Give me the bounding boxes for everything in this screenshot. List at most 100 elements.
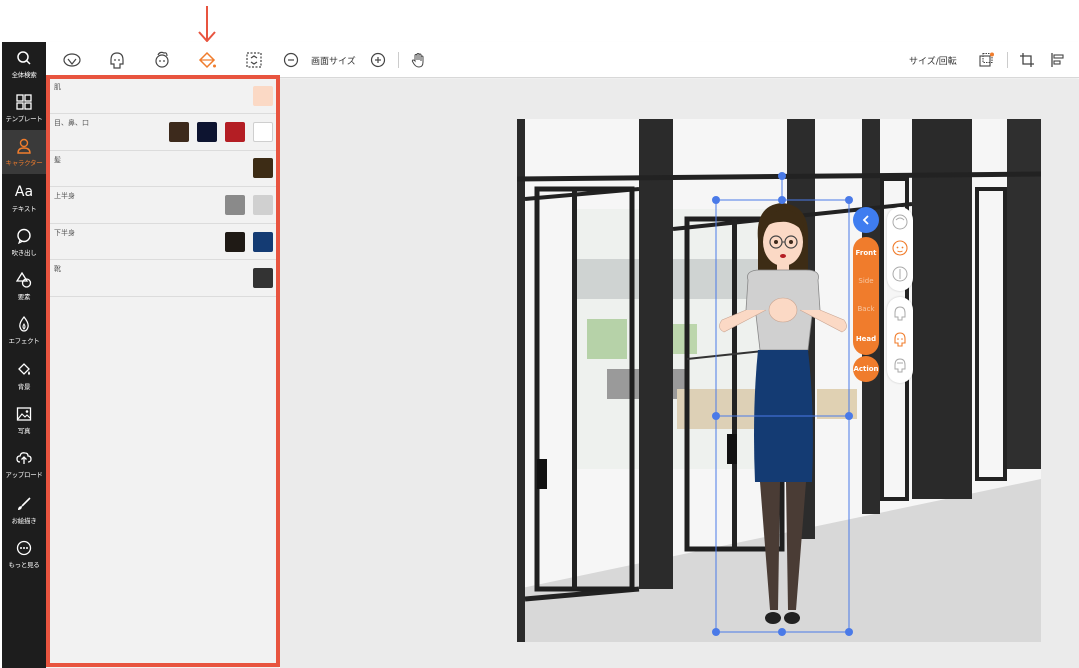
hand-tool-button[interactable] bbox=[408, 50, 428, 70]
tab-head[interactable] bbox=[105, 48, 129, 72]
paint-bucket-icon bbox=[18, 362, 30, 375]
nav-label: 写真 bbox=[17, 426, 31, 435]
tab-swap[interactable] bbox=[242, 48, 266, 72]
nav-label: テンプレート bbox=[5, 114, 43, 123]
nav-label: 要素 bbox=[17, 292, 31, 301]
tab-face[interactable] bbox=[60, 48, 84, 72]
face-icon bbox=[63, 53, 81, 67]
color-row-hair: 髪 bbox=[50, 151, 276, 187]
nav-more[interactable]: もっと見る bbox=[2, 532, 46, 576]
face-outline-icon[interactable] bbox=[891, 213, 909, 231]
nav-photo[interactable]: 写真 bbox=[2, 398, 46, 442]
color-row-lower-body: 下半身 bbox=[50, 224, 276, 260]
size-rotate-label[interactable]: サイズ/回転 bbox=[909, 54, 957, 67]
nav-background[interactable]: 背景 bbox=[2, 354, 46, 398]
head-back-icon[interactable] bbox=[891, 356, 909, 374]
shapes-icon bbox=[16, 271, 32, 288]
pose-side[interactable]: Side bbox=[853, 277, 879, 285]
swatch-mouth[interactable] bbox=[225, 122, 245, 142]
top-blank-area bbox=[0, 0, 1079, 42]
layer-button[interactable] bbox=[976, 50, 996, 70]
head-icon bbox=[110, 52, 124, 69]
nav-search[interactable]: 全体検索 bbox=[2, 42, 46, 86]
face-variant-column bbox=[887, 207, 913, 291]
face-selected-icon[interactable] bbox=[891, 239, 909, 257]
swatch-lower-2[interactable] bbox=[253, 232, 273, 252]
character-selection[interactable] bbox=[700, 170, 870, 645]
person-icon bbox=[17, 138, 31, 154]
nav-template[interactable]: テンプレート bbox=[2, 86, 46, 130]
left-navigation: 全体検索 テンプレート キャラクター Aa テキスト 吹き出し 要素 エフェクト… bbox=[2, 42, 46, 668]
nav-upload[interactable]: アップロード bbox=[2, 442, 46, 486]
head-outline-icon[interactable] bbox=[891, 304, 909, 322]
nav-effects[interactable]: エフェクト bbox=[2, 308, 46, 352]
swap-icon bbox=[246, 52, 262, 68]
align-left-icon bbox=[1051, 53, 1064, 67]
nav-label: アップロード bbox=[5, 470, 43, 479]
pose-back[interactable]: Back bbox=[853, 305, 879, 313]
nav-speech-bubble[interactable]: 吹き出し bbox=[2, 220, 46, 264]
align-button[interactable] bbox=[1048, 50, 1068, 70]
tab-hair[interactable] bbox=[150, 48, 174, 72]
nav-character[interactable]: キャラクター bbox=[2, 130, 46, 174]
color-fill-icon bbox=[198, 51, 216, 69]
nav-text[interactable]: Aa テキスト bbox=[2, 176, 46, 220]
hair-icon bbox=[155, 51, 169, 68]
row-label: 上半身 bbox=[54, 192, 75, 200]
swatch-upper-1[interactable] bbox=[225, 195, 245, 215]
zoom-in-button[interactable] bbox=[368, 50, 388, 70]
row-label: 肌 bbox=[54, 83, 61, 91]
minus-circle-icon bbox=[283, 52, 299, 68]
nav-label: 吹き出し bbox=[11, 248, 37, 257]
photo-icon bbox=[16, 406, 32, 421]
head-variant-column bbox=[887, 297, 913, 383]
nav-label: 全体検索 bbox=[11, 70, 37, 79]
pose-front[interactable]: Front bbox=[853, 249, 879, 257]
color-row-face-parts: 目、鼻、口 bbox=[50, 114, 276, 151]
tab-color-fill[interactable] bbox=[195, 48, 219, 72]
swatch-hair[interactable] bbox=[253, 158, 273, 178]
nav-label: テキスト bbox=[11, 204, 37, 213]
hand-icon bbox=[411, 52, 424, 68]
head-button[interactable]: Head bbox=[853, 326, 879, 352]
row-label: 下半身 bbox=[54, 229, 75, 237]
plus-circle-icon bbox=[370, 52, 386, 68]
crop-icon bbox=[1020, 53, 1034, 67]
nav-label: キャラクター bbox=[5, 158, 43, 167]
swatch-highlight[interactable] bbox=[253, 122, 273, 142]
head-selected-icon[interactable] bbox=[891, 330, 909, 348]
brush-icon bbox=[18, 496, 31, 510]
color-row-upper-body: 上半身 bbox=[50, 187, 276, 224]
nav-drawing[interactable]: お絵描き bbox=[2, 488, 46, 532]
swatch-eyes[interactable] bbox=[169, 122, 189, 142]
nav-label: もっと見る bbox=[8, 560, 40, 569]
swatch-upper-2[interactable] bbox=[253, 195, 273, 215]
grid-icon bbox=[16, 93, 32, 110]
upload-cloud-icon bbox=[16, 451, 32, 464]
nav-label: エフェクト bbox=[8, 336, 40, 345]
swatch-skin[interactable] bbox=[253, 86, 273, 106]
nav-label: お絵描き bbox=[11, 516, 37, 525]
collapse-pose-button[interactable] bbox=[853, 207, 879, 233]
nav-elements[interactable]: 要素 bbox=[2, 264, 46, 308]
swatch-nose[interactable] bbox=[197, 122, 217, 142]
top-toolbar: 画面サイズ サイズ/回転 bbox=[46, 42, 1079, 78]
color-row-skin: 肌 bbox=[50, 78, 276, 114]
swatch-lower-1[interactable] bbox=[225, 232, 245, 252]
action-button[interactable]: Action bbox=[853, 356, 879, 382]
zoom-out-button[interactable] bbox=[281, 50, 301, 70]
nav-label: 背景 bbox=[17, 382, 31, 391]
search-icon bbox=[17, 50, 31, 65]
crop-button[interactable] bbox=[1017, 50, 1037, 70]
speech-bubble-icon bbox=[17, 228, 31, 244]
toolbar-divider bbox=[398, 52, 399, 68]
row-label: 髪 bbox=[54, 156, 61, 164]
face-side-icon[interactable] bbox=[891, 265, 909, 283]
text-icon: Aa bbox=[14, 183, 34, 200]
toolbar-divider bbox=[1007, 52, 1008, 68]
layer-icon bbox=[979, 52, 994, 67]
swatch-shoes[interactable] bbox=[253, 268, 273, 288]
annotation-arrow-icon bbox=[198, 6, 216, 43]
row-label: 目、鼻、口 bbox=[54, 119, 89, 127]
canvas-size-label[interactable]: 画面サイズ bbox=[311, 54, 356, 67]
